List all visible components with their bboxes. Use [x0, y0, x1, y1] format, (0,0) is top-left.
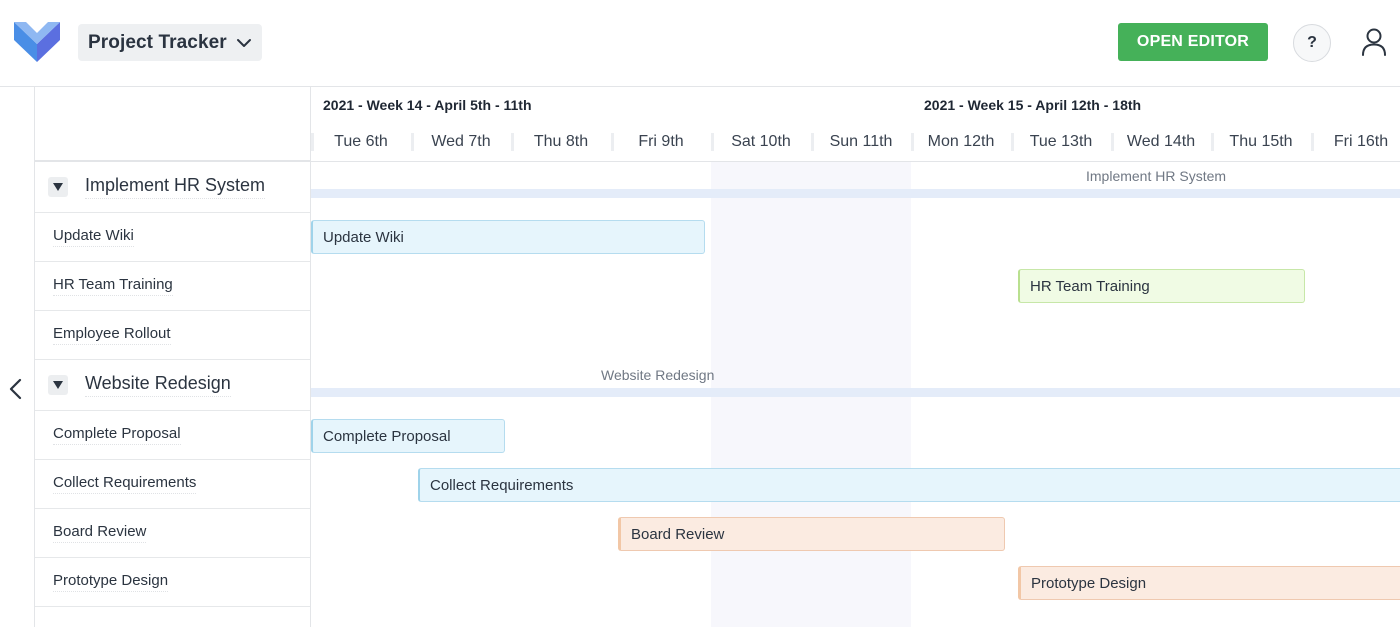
- day-header: Fri 16th: [1333, 133, 1389, 150]
- week-label: 2021 - Week 14 - April 5th - 11th: [323, 97, 532, 113]
- task-group-row[interactable]: Implement HR System: [35, 162, 310, 213]
- gantt-timeline: 2021 - Week 14 - April 5th - 11th 2021 -…: [311, 87, 1400, 627]
- task-bar[interactable]: Collect Requirements: [418, 468, 1400, 502]
- project-name: Project Tracker: [88, 31, 227, 53]
- task-list: Implement HR System Update Wiki HR Team …: [35, 87, 311, 627]
- task-name: Board Review: [53, 523, 147, 543]
- task-bar[interactable]: Complete Proposal: [311, 419, 505, 453]
- task-group-row[interactable]: Website Redesign: [35, 360, 310, 411]
- task-group-name: Implement HR System: [85, 175, 266, 199]
- task-bar[interactable]: Board Review: [618, 517, 1005, 551]
- task-row[interactable]: HR Team Training: [35, 262, 310, 311]
- top-bar: Project Tracker OPEN EDITOR ?: [0, 0, 1400, 87]
- task-name: Prototype Design: [53, 572, 169, 592]
- group-summary-bar[interactable]: [311, 388, 1400, 397]
- project-dropdown[interactable]: Project Tracker: [78, 24, 262, 61]
- task-row[interactable]: Complete Proposal: [35, 411, 310, 460]
- day-header: Thu 8th: [533, 133, 589, 150]
- help-label: ?: [1307, 34, 1317, 51]
- task-name: Collect Requirements: [53, 474, 197, 494]
- task-name: Update Wiki: [53, 227, 134, 247]
- task-bar-label: Board Review: [631, 525, 725, 543]
- task-bar-label: Update Wiki: [323, 228, 404, 246]
- task-row[interactable]: Collect Requirements: [35, 460, 310, 509]
- day-header: Fri 9th: [638, 133, 684, 150]
- open-editor-button[interactable]: OPEN EDITOR: [1118, 23, 1268, 61]
- chevron-left-icon[interactable]: [6, 378, 26, 400]
- day-header: Tue 13th: [1029, 133, 1093, 150]
- task-bar-label: Prototype Design: [1031, 574, 1147, 592]
- task-row[interactable]: Prototype Design: [35, 558, 310, 607]
- task-list-header: [35, 87, 310, 162]
- task-group-name: Website Redesign: [85, 373, 231, 397]
- task-bar-label: Collect Requirements: [430, 476, 574, 494]
- group-bar-label: Implement HR System: [1086, 168, 1227, 184]
- day-header: Wed 7th: [431, 133, 491, 150]
- task-bar[interactable]: Update Wiki: [311, 220, 705, 254]
- day-header: Thu 15th: [1229, 133, 1293, 150]
- user-icon[interactable]: [1358, 26, 1390, 58]
- task-bar-label: Complete Proposal: [323, 427, 451, 445]
- task-bar[interactable]: HR Team Training: [1018, 269, 1305, 303]
- group-summary-bar[interactable]: [311, 189, 1400, 198]
- day-header: Sat 10th: [731, 133, 791, 150]
- triangle-down-icon[interactable]: [48, 177, 68, 197]
- day-header: Mon 12th: [927, 133, 995, 150]
- chevron-down-icon: [237, 39, 251, 47]
- day-header: Wed 14th: [1126, 133, 1196, 150]
- task-name: Complete Proposal: [53, 425, 181, 445]
- week-label: 2021 - Week 15 - April 12th - 18th: [924, 97, 1142, 113]
- task-row[interactable]: Employee Rollout: [35, 311, 310, 360]
- help-button[interactable]: ?: [1293, 24, 1331, 62]
- day-header: Sun 11th: [829, 133, 893, 150]
- task-row[interactable]: Board Review: [35, 509, 310, 558]
- sidebar-collapse-strip: [0, 87, 35, 627]
- task-name: Employee Rollout: [53, 325, 171, 345]
- triangle-down-icon[interactable]: [48, 375, 68, 395]
- task-row[interactable]: Update Wiki: [35, 213, 310, 262]
- task-bar[interactable]: Prototype Design: [1018, 566, 1400, 600]
- timeline-header: 2021 - Week 14 - April 5th - 11th 2021 -…: [311, 87, 1400, 162]
- day-header: Tue 6th: [334, 133, 388, 150]
- task-bar-label: HR Team Training: [1030, 277, 1150, 295]
- task-name: HR Team Training: [53, 276, 173, 296]
- logo-icon[interactable]: [14, 20, 60, 62]
- group-bar-label: Website Redesign: [601, 367, 715, 383]
